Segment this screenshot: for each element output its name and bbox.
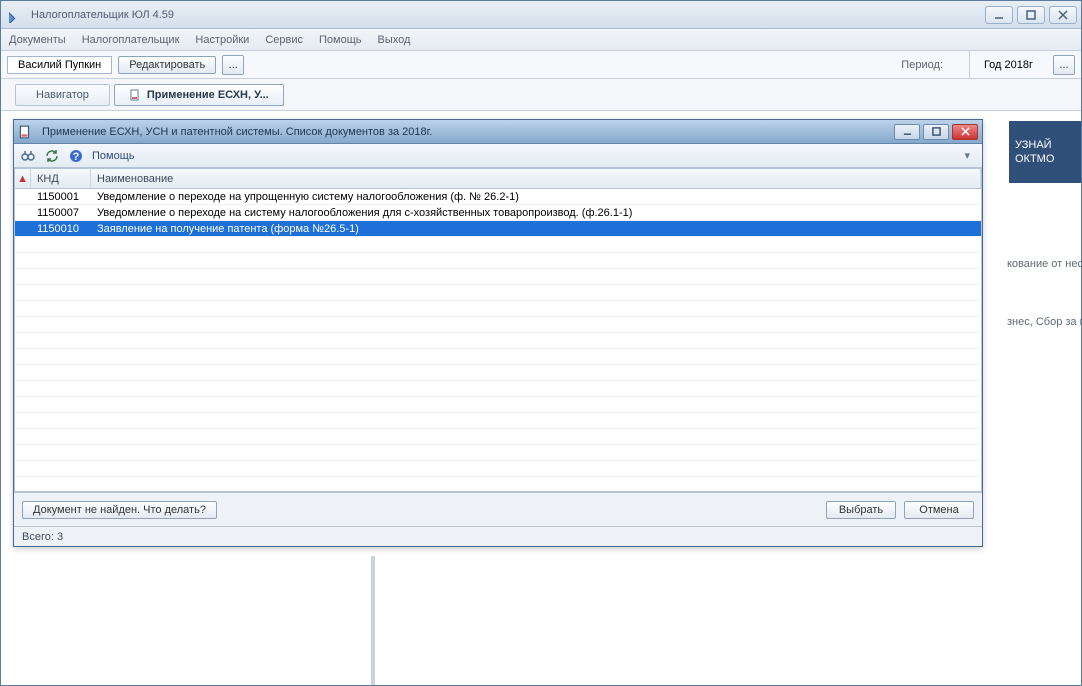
menu-help[interactable]: Помощь (319, 34, 362, 46)
tabstrip: Навигатор Применение ЕСХН, У... (1, 79, 1081, 111)
status-total: Всего: 3 (22, 531, 63, 543)
dialog-maximize-button[interactable] (923, 124, 949, 140)
dialog-window-controls (894, 124, 978, 140)
not-found-button[interactable]: Документ не найден. Что делать? (22, 501, 217, 519)
empty-row (15, 349, 981, 365)
app-icon (9, 7, 25, 23)
active-tab-label: Применение ЕСХН, У... (147, 89, 269, 101)
cell-name: Уведомление о переходе на систему налого… (91, 207, 981, 219)
help-link[interactable]: Помощь (92, 150, 135, 162)
background-text-2: знес, Сбор за польз (1007, 316, 1081, 328)
grid-sort-indicator[interactable]: ▲ (15, 169, 31, 188)
user-name-box[interactable]: Василий Пупкин (7, 56, 112, 74)
app-title: Налогоплательщик ЮЛ 4.59 (31, 9, 985, 21)
side-line1: УЗНАЙ (1015, 138, 1075, 152)
empty-row (15, 397, 981, 413)
dialog-minimize-button[interactable] (894, 124, 920, 140)
cell-name: Уведомление о переходе на упрощенную сис… (91, 191, 981, 203)
dialog-statusbar: Всего: 3 (14, 526, 982, 546)
dialog-toolbar: ? Помощь ▾ (14, 144, 982, 168)
cell-name: Заявление на получение патента (форма №2… (91, 223, 981, 235)
period-label: Период: (881, 59, 963, 71)
binoculars-icon[interactable] (20, 148, 36, 164)
help-icon[interactable]: ? (68, 148, 84, 164)
document-icon (18, 125, 32, 139)
grid-header-name[interactable]: Наименование (91, 169, 981, 188)
menu-service[interactable]: Сервис (265, 34, 303, 46)
main-window: Налогоплательщик ЮЛ 4.59 Документы Налог… (0, 0, 1082, 686)
period-more-button[interactable]: ... (1053, 55, 1075, 75)
empty-row (15, 317, 981, 333)
menu-taxpayer[interactable]: Налогоплательщик (82, 34, 180, 46)
empty-row (15, 253, 981, 269)
menu-exit[interactable]: Выход (378, 34, 411, 46)
empty-row (15, 285, 981, 301)
empty-row (15, 365, 981, 381)
grid-header-knd[interactable]: КНД (31, 169, 91, 188)
document-icon (129, 89, 141, 101)
select-button[interactable]: Выбрать (826, 501, 896, 519)
grid-body: 1150001Уведомление о переходе на упрощен… (15, 189, 981, 492)
window-controls (985, 6, 1077, 24)
table-row[interactable]: 1150007Уведомление о переходе на систему… (15, 205, 981, 221)
toolbar-chevron-icon[interactable]: ▾ (964, 149, 976, 162)
main-toolbar: Василий Пупкин Редактировать ... Период:… (1, 51, 1081, 79)
svg-text:?: ? (73, 151, 80, 163)
cell-knd: 1150010 (31, 223, 91, 235)
empty-row (15, 301, 981, 317)
side-line2: ОКТМО (1015, 152, 1075, 166)
empty-row (15, 461, 981, 477)
grid-header: ▲ КНД Наименование (15, 169, 981, 189)
edit-button[interactable]: Редактировать (118, 56, 216, 74)
empty-row (15, 429, 981, 445)
content-area: УЗНАЙ ОКТМО кование от несчаст знес, Сбо… (1, 111, 1081, 685)
table-row[interactable]: 1150001Уведомление о переходе на упрощен… (15, 189, 981, 205)
empty-row (15, 477, 981, 492)
empty-row (15, 269, 981, 285)
maximize-button[interactable] (1017, 6, 1045, 24)
dialog-footer: Документ не найден. Что делать? Выбрать … (14, 492, 982, 526)
document-grid: ▲ КНД Наименование 1150001Уведомление о … (14, 168, 982, 492)
navigator-tab[interactable]: Навигатор (15, 84, 110, 106)
empty-row (15, 381, 981, 397)
menubar: Документы Налогоплательщик Настройки Сер… (1, 29, 1081, 51)
empty-row (15, 333, 981, 349)
close-button[interactable] (1049, 6, 1077, 24)
period-value: Год 2018г (969, 51, 1047, 78)
dialog-close-button[interactable] (952, 124, 978, 140)
cancel-button[interactable]: Отмена (904, 501, 974, 519)
main-titlebar: Налогоплательщик ЮЛ 4.59 (1, 1, 1081, 29)
menu-documents[interactable]: Документы (9, 34, 66, 46)
splitter[interactable] (371, 556, 375, 685)
background-text-1: кование от несчаст (1007, 258, 1081, 270)
empty-row (15, 413, 981, 429)
document-list-dialog: Применение ЕСХН, УСН и патентной системы… (13, 119, 983, 547)
menu-settings[interactable]: Настройки (195, 34, 249, 46)
dialog-titlebar: Применение ЕСХН, УСН и патентной системы… (14, 120, 982, 144)
empty-row (15, 445, 981, 461)
dialog-title: Применение ЕСХН, УСН и патентной системы… (38, 126, 894, 138)
table-row[interactable]: 1150010Заявление на получение патента (ф… (15, 221, 981, 237)
cell-knd: 1150007 (31, 207, 91, 219)
more-button[interactable]: ... (222, 55, 244, 75)
minimize-button[interactable] (985, 6, 1013, 24)
cell-knd: 1150001 (31, 191, 91, 203)
active-tab[interactable]: Применение ЕСХН, У... (114, 84, 284, 106)
side-oktmo-widget[interactable]: УЗНАЙ ОКТМО (1009, 121, 1081, 183)
empty-row (15, 237, 981, 253)
refresh-icon[interactable] (44, 148, 60, 164)
